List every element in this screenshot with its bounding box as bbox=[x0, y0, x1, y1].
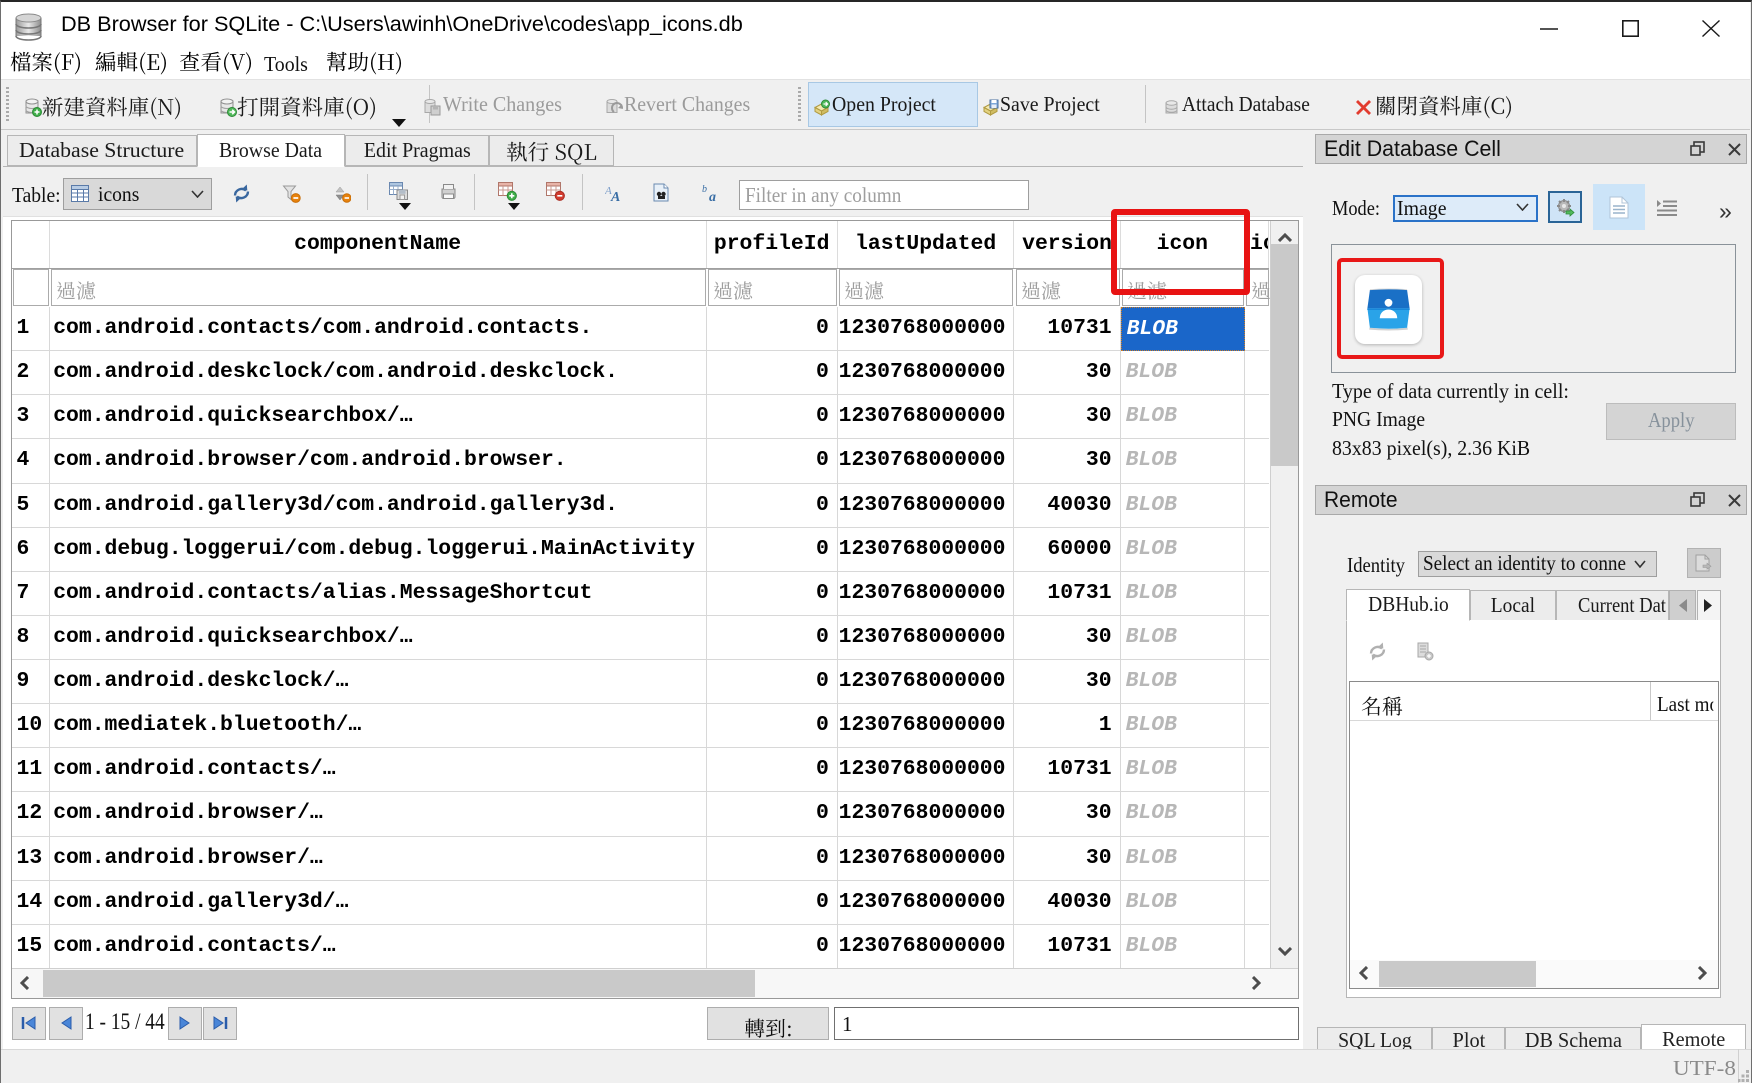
svg-text:b: b bbox=[702, 184, 707, 195]
svg-text:A: A bbox=[610, 190, 620, 202]
svg-text:a: a bbox=[709, 190, 716, 202]
